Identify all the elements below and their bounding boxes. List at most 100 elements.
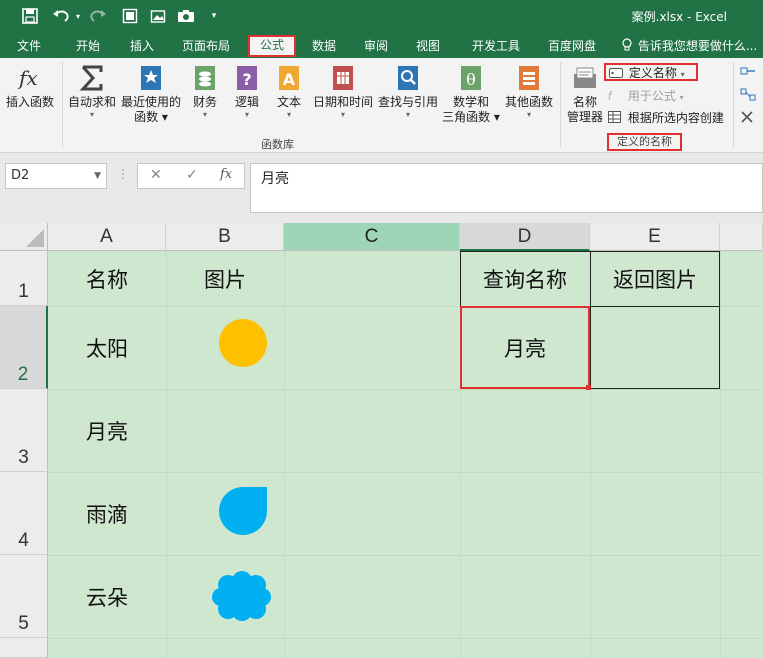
cell-b2[interactable] xyxy=(166,306,284,389)
svg-text:fx: fx xyxy=(17,66,38,90)
sun-picture[interactable] xyxy=(218,318,268,368)
redo-icon[interactable] xyxy=(87,6,109,26)
formula-icon: 𝑓 xyxy=(608,89,612,103)
row-header-3[interactable]: 3 xyxy=(0,389,48,472)
trace-precedents-icon[interactable] xyxy=(740,66,758,83)
formula-input[interactable]: 月亮 xyxy=(250,163,763,213)
use-in-formula-label: 用于公式 xyxy=(627,89,676,103)
create-from-selection-label: 根据所选内容创建 xyxy=(627,111,724,125)
column-header-c[interactable]: C xyxy=(284,223,460,251)
cell-b3[interactable] xyxy=(166,389,284,472)
tab-page-layout[interactable]: 页面布局 xyxy=(174,36,238,56)
remove-arrows-icon[interactable] xyxy=(740,110,758,127)
lightbulb-icon xyxy=(622,36,634,56)
cell-b4[interactable] xyxy=(166,472,284,555)
resize-handle-icon[interactable]: ⋮ xyxy=(117,167,129,181)
cell-a2[interactable]: 太阳 xyxy=(48,306,166,389)
image-icon[interactable] xyxy=(148,6,168,26)
customize-qat-icon[interactable]: ▾ xyxy=(208,6,220,26)
define-name-label: 定义名称 xyxy=(628,66,677,80)
cell-e1[interactable]: 返回图片 xyxy=(590,251,720,306)
cell-a5[interactable]: 云朵 xyxy=(48,555,166,638)
chevron-down-icon: ▾ xyxy=(679,93,684,102)
ribbon-separator xyxy=(62,62,63,148)
define-name-button[interactable]: 定义名称 ▾ xyxy=(604,63,698,81)
text-functions-button[interactable]: A 文本 ▾ xyxy=(270,64,308,120)
defined-names-group-label: 定义的名称 xyxy=(607,133,682,151)
cell-a3[interactable]: 月亮 xyxy=(48,389,166,472)
cloud-picture[interactable] xyxy=(212,571,272,621)
select-all-corner[interactable] xyxy=(0,223,48,251)
recently-used-button[interactable]: 最近使用的 函数 ▾ xyxy=(120,64,182,125)
trace-dependents-icon[interactable] xyxy=(740,88,758,105)
autosum-label: 自动求和 xyxy=(67,95,116,109)
insert-function-button[interactable]: fx 插入函数 xyxy=(2,64,58,110)
more-functions-button[interactable]: 其他函数 ▾ xyxy=(502,64,556,120)
grid-icon xyxy=(608,111,624,127)
use-in-formula-button[interactable]: 𝑓 用于公式 ▾ xyxy=(608,88,684,106)
datetime-button[interactable]: 日期和时间 ▾ xyxy=(312,64,374,120)
financial-label: 财务 xyxy=(192,95,217,109)
cell-b5[interactable] xyxy=(166,555,284,638)
column-header-f[interactable] xyxy=(720,223,763,251)
name-manager-button[interactable]: 名称 管理器 xyxy=(564,64,606,125)
undo-dropdown-icon[interactable]: ▾ xyxy=(73,6,83,26)
lookup-reference-label: 查找与引用 xyxy=(377,95,438,109)
cell-a1[interactable]: 名称 xyxy=(48,251,166,306)
enter-icon[interactable]: ✓ xyxy=(186,167,198,183)
column-header-b[interactable]: B xyxy=(166,223,284,251)
row-header-2[interactable]: 2 xyxy=(0,306,48,389)
water-drop-picture[interactable] xyxy=(218,486,268,536)
tell-me-box[interactable]: 告诉我您想要做什么... xyxy=(622,36,757,56)
logical-button[interactable]: ? 逻辑 ▾ xyxy=(228,64,266,120)
undo-icon[interactable] xyxy=(50,6,72,26)
row-header-4[interactable]: 4 xyxy=(0,472,48,555)
text-functions-label: 文本 xyxy=(276,95,301,109)
recently-used-label: 最近使用的 xyxy=(120,95,181,109)
save-icon[interactable] xyxy=(20,6,40,26)
tab-insert[interactable]: 插入 xyxy=(120,36,164,56)
create-from-selection-button[interactable]: 根据所选内容创建 xyxy=(608,110,724,128)
tab-baidu-netdisk[interactable]: 百度网盘 xyxy=(540,36,604,56)
cell-a4[interactable]: 雨滴 xyxy=(48,472,166,555)
chevron-down-icon: ▾ xyxy=(244,110,249,119)
moon-picture-result[interactable] xyxy=(635,324,681,370)
tab-formulas[interactable]: 公式 xyxy=(248,35,296,57)
column-header-e[interactable]: E xyxy=(590,223,720,251)
cell-d1[interactable]: 查询名称 xyxy=(460,251,590,306)
screenshot-icon[interactable] xyxy=(120,6,140,26)
name-box[interactable]: D2 ▼ xyxy=(5,163,107,189)
chevron-down-icon[interactable]: ▼ xyxy=(94,164,101,188)
financial-button[interactable]: 财务 ▾ xyxy=(186,64,224,120)
theta-book-icon: θ xyxy=(457,64,485,92)
tab-developer[interactable]: 开发工具 xyxy=(464,36,528,56)
lookup-reference-button[interactable]: 查找与引用 ▾ xyxy=(376,64,440,120)
row-header-1[interactable]: 1 xyxy=(0,251,48,306)
tab-data[interactable]: 数据 xyxy=(304,36,344,56)
column-header-d[interactable]: D xyxy=(460,223,590,251)
cancel-icon[interactable]: ✕ xyxy=(150,167,162,183)
cell-b1[interactable]: 图片 xyxy=(166,251,284,306)
row-header-5[interactable]: 5 xyxy=(0,555,48,638)
column-header-a[interactable]: A xyxy=(48,223,166,251)
more-functions-label: 其他函数 xyxy=(504,95,553,109)
tell-me-text: 告诉我您想要做什么... xyxy=(637,39,758,53)
svg-text:θ: θ xyxy=(466,70,476,89)
row-header-6[interactable] xyxy=(0,638,48,658)
insert-function-icon[interactable]: fx xyxy=(220,167,232,182)
coins-book-icon xyxy=(191,64,219,92)
gridline xyxy=(284,251,285,658)
camera-icon[interactable] xyxy=(176,6,196,26)
moon-picture[interactable] xyxy=(218,407,264,453)
tab-file[interactable]: 文件 xyxy=(10,36,48,56)
math-trig-label-2: 三角函数 ▾ xyxy=(442,110,500,124)
tab-review[interactable]: 审阅 xyxy=(356,36,396,56)
cell-e2[interactable] xyxy=(590,306,720,389)
math-trig-button[interactable]: θ 数学和 三角函数 ▾ xyxy=(442,64,500,125)
insert-function-label: 插入函数 xyxy=(5,95,54,109)
autosum-button[interactable]: 自动求和 ▾ xyxy=(66,64,118,120)
sigma-icon xyxy=(78,64,106,92)
cell-d2-active[interactable]: 月亮 xyxy=(460,306,590,389)
tab-home[interactable]: 开始 xyxy=(66,36,110,56)
tab-view[interactable]: 视图 xyxy=(408,36,448,56)
